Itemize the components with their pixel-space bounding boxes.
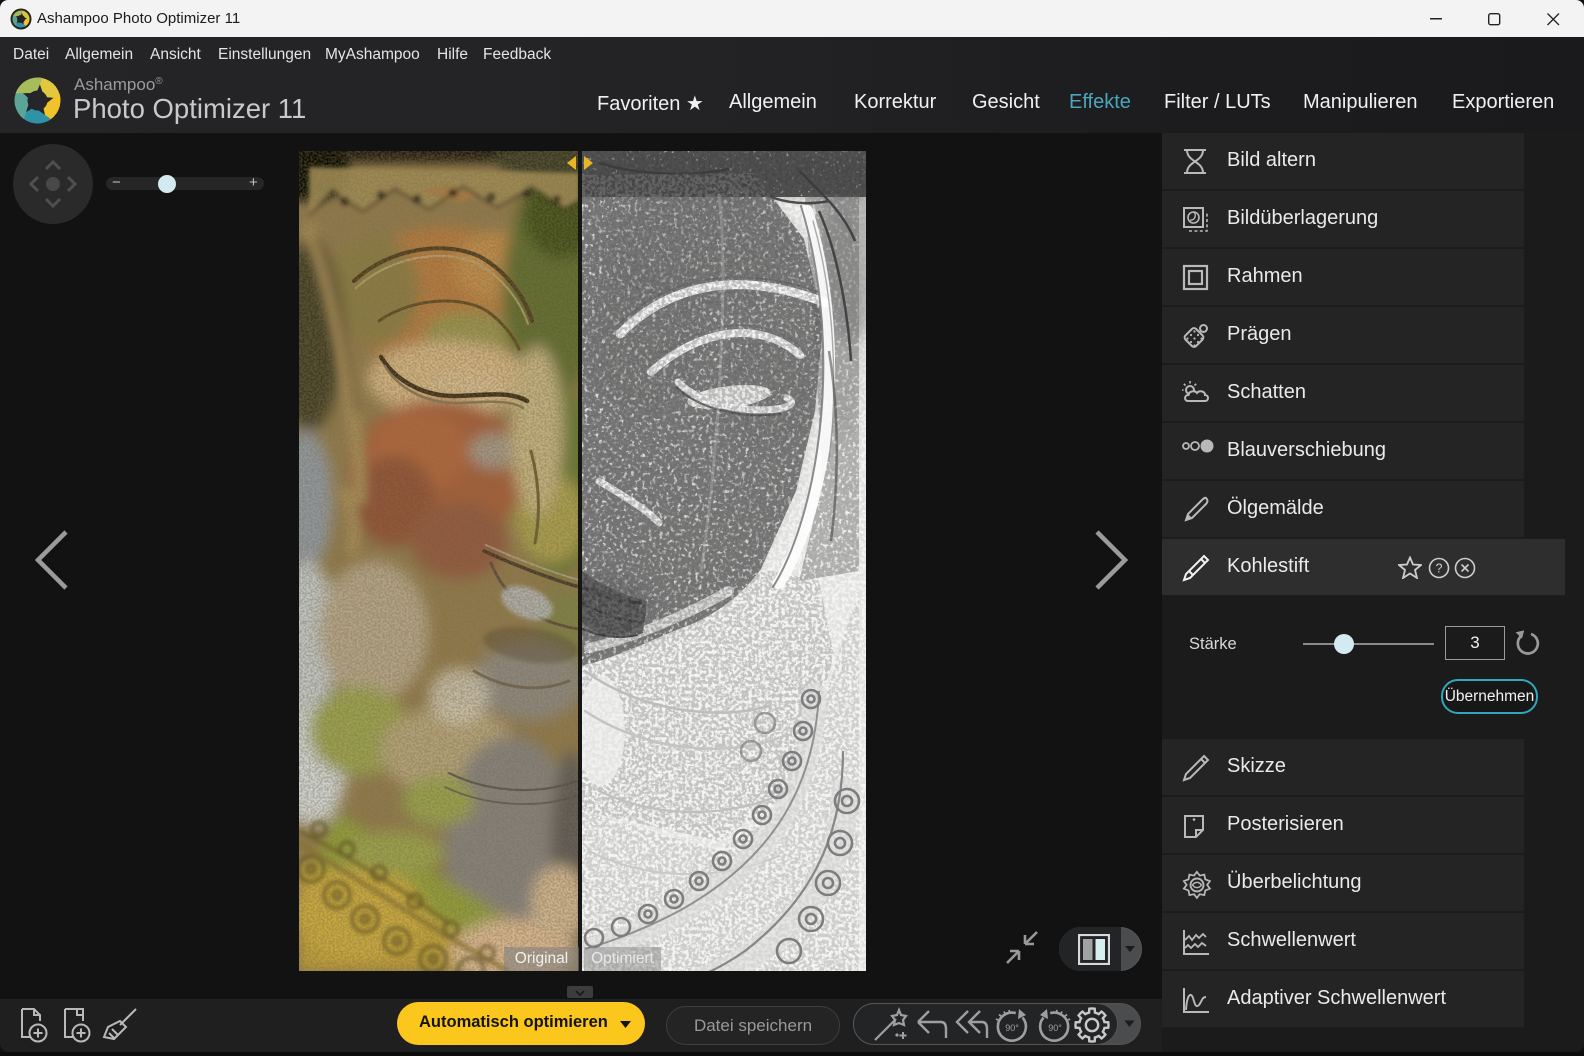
- svg-text:90°: 90°: [1005, 1023, 1019, 1033]
- svg-text:90°: 90°: [1048, 1023, 1062, 1033]
- svg-text:?: ?: [1436, 562, 1443, 576]
